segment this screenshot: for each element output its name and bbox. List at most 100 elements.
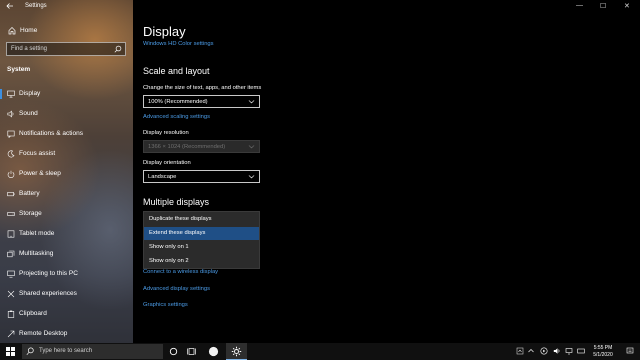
title-bar: Settings — [0, 0, 133, 14]
option-show-only-1[interactable]: Show only on 1 — [144, 241, 259, 254]
sidebar-item-label: Remote Desktop — [19, 330, 68, 337]
option-label: Duplicate these displays — [149, 216, 212, 222]
multiple-displays-dropdown-list: Duplicate these displays Extend these di… — [143, 211, 260, 269]
search-icon — [114, 45, 122, 53]
minimize-button[interactable]: — — [576, 2, 583, 9]
sidebar-item-tablet-mode[interactable]: Tablet mode — [0, 225, 133, 243]
chevron-down-icon — [248, 175, 255, 179]
sidebar-item-clipboard[interactable]: Clipboard — [0, 305, 133, 323]
sidebar-item-notifications[interactable]: Notifications & actions — [0, 125, 133, 143]
sidebar-item-label: Multitasking — [19, 250, 54, 257]
app-circle-icon[interactable] — [208, 346, 219, 357]
gear-icon — [231, 346, 242, 357]
sidebar-item-shared-experiences[interactable]: Shared experiences — [0, 285, 133, 303]
home-label: Home — [20, 27, 38, 34]
chevron-up-icon[interactable] — [527, 347, 535, 355]
network-icon[interactable] — [565, 347, 573, 355]
page-title: Display — [143, 24, 186, 39]
sidebar-item-label: Shared experiences — [19, 290, 77, 297]
resolution-dropdown[interactable]: 1366 × 1024 (Recommended) — [143, 140, 260, 153]
sidebar-item-label: Power & sleep — [19, 170, 61, 177]
cortana-icon[interactable] — [168, 346, 179, 357]
shared-experiences-icon — [7, 290, 15, 298]
sidebar-item-label: Projecting to this PC — [19, 270, 78, 277]
sidebar-item-focus-assist[interactable]: Focus assist — [0, 145, 133, 163]
advanced-scaling-link[interactable]: Advanced scaling settings — [143, 114, 210, 120]
scale-layout-heading: Scale and layout — [143, 66, 210, 76]
volume-icon[interactable] — [553, 347, 561, 355]
resolution-label: Display resolution — [143, 130, 189, 136]
multiple-displays-heading: Multiple displays — [143, 197, 210, 207]
media-icon[interactable] — [540, 347, 548, 355]
scale-dropdown[interactable]: 100% (Recommended) — [143, 95, 260, 108]
orientation-dropdown[interactable]: Landscape — [143, 170, 260, 183]
sidebar-item-label: Battery — [19, 190, 40, 197]
sidebar-item-label: Sound — [19, 110, 38, 117]
section-label-system: System — [7, 66, 31, 73]
option-duplicate-displays[interactable]: Duplicate these displays — [144, 213, 259, 226]
option-show-only-2[interactable]: Show only on 2 — [144, 255, 259, 268]
moon-icon — [7, 150, 15, 158]
notification-icon — [7, 130, 15, 138]
storage-icon — [7, 212, 15, 216]
maximize-button[interactable]: ☐ — [600, 2, 606, 10]
tablet-icon — [7, 230, 15, 238]
sidebar-item-storage[interactable]: Storage — [0, 205, 133, 223]
back-button[interactable] — [4, 2, 16, 12]
power-icon — [7, 170, 15, 178]
option-extend-displays[interactable]: Extend these displays — [144, 227, 259, 240]
clock-date: 5/1/2020 — [593, 351, 613, 358]
sidebar-item-projecting[interactable]: Projecting to this PC — [0, 265, 133, 283]
multitasking-icon — [7, 250, 15, 258]
sidebar-item-battery[interactable]: Battery — [0, 185, 133, 203]
taskbar-settings-app[interactable] — [226, 343, 247, 360]
remote-desktop-icon — [7, 330, 15, 338]
taskbar-search-box[interactable]: Type here to search — [22, 344, 163, 359]
windows-start-icon[interactable] — [6, 347, 15, 356]
find-setting-placeholder: Find a setting — [11, 46, 48, 52]
connect-wireless-display-link[interactable]: Connect to a wireless display — [143, 269, 218, 275]
sidebar-item-multitasking[interactable]: Multitasking — [0, 245, 133, 263]
sidebar-item-label: Focus assist — [19, 150, 56, 157]
option-label: Show only on 2 — [149, 258, 189, 264]
sidebar-item-label: Clipboard — [19, 310, 47, 317]
monitor-icon — [7, 90, 15, 98]
chevron-down-icon — [248, 100, 255, 104]
action-center-icon[interactable] — [626, 347, 634, 355]
home-nav-item[interactable]: Home — [0, 24, 133, 38]
display-settings-pane: — ☐ ✕ Display Windows HD Color settings … — [133, 0, 640, 343]
scale-value: 100% (Recommended) — [148, 99, 208, 105]
taskbar: Type here to search 5:55 PM 5/1/2020 — [0, 343, 640, 360]
projecting-icon — [7, 270, 15, 278]
battery-icon — [7, 192, 15, 197]
option-label: Show only on 1 — [149, 244, 189, 250]
find-setting-input[interactable]: Find a setting — [6, 42, 126, 56]
task-view-icon[interactable] — [187, 346, 198, 357]
resolution-value: 1366 × 1024 (Recommended) — [148, 144, 226, 150]
chevron-down-icon — [248, 145, 255, 149]
speaker-icon — [7, 110, 14, 118]
clipboard-icon — [7, 310, 15, 318]
sidebar-item-remote-desktop[interactable]: Remote Desktop — [0, 325, 133, 343]
back-arrow-icon — [6, 3, 13, 9]
window-controls: — ☐ ✕ — [570, 0, 640, 14]
advanced-display-settings-link[interactable]: Advanced display settings — [143, 286, 210, 292]
sidebar-item-sound[interactable]: Sound — [0, 105, 133, 123]
keyboard-icon[interactable] — [577, 347, 585, 355]
scale-label: Change the size of text, apps, and other… — [143, 85, 262, 91]
taskbar-clock[interactable]: 5:55 PM 5/1/2020 — [586, 345, 620, 358]
hd-color-settings-link[interactable]: Windows HD Color settings — [143, 41, 214, 47]
app-title: Settings — [25, 3, 47, 9]
show-hidden-icons-icon[interactable] — [516, 347, 524, 355]
sidebar-item-label: Storage — [19, 210, 42, 217]
sidebar-item-label: Tablet mode — [19, 230, 55, 237]
close-button[interactable]: ✕ — [624, 2, 630, 10]
orientation-label: Display orientation — [143, 160, 191, 166]
home-icon — [8, 27, 16, 35]
graphics-settings-link[interactable]: Graphics settings — [143, 302, 188, 308]
sidebar-item-power-sleep[interactable]: Power & sleep — [0, 165, 133, 183]
search-icon — [26, 347, 34, 356]
sidebar-item-display[interactable]: Display — [0, 85, 133, 103]
settings-sidebar: Settings Home Find a setting System Disp… — [0, 0, 133, 343]
option-label: Extend these displays — [149, 230, 206, 236]
